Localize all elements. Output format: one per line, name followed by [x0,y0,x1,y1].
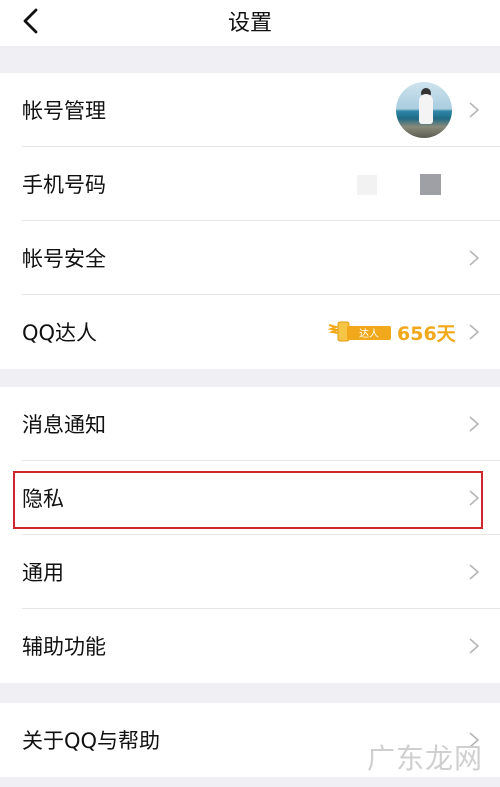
settings-item-label: QQ达人 [22,321,98,345]
settings-item-label: 消息通知 [22,413,106,437]
talent-days: 656天 [397,323,456,345]
settings-item-label: 辅助功能 [22,635,106,659]
settings-item-label: 帐号安全 [22,247,106,271]
navigation-bar: 设置 [0,0,500,46]
redacted-value [420,174,441,195]
privacy-highlight-box [13,471,483,529]
settings-item-label: 通用 [22,561,64,585]
settings-item-qq-talent[interactable]: QQ达人 达人 656天 [0,295,500,369]
chevron-right-icon [469,638,480,654]
account-settings-group: 帐号管理 手机号码 帐号安全 QQ达人 达人 656天 [0,73,500,369]
chevron-right-icon [469,324,480,340]
page-title: 设置 [227,11,272,36]
settings-item-general[interactable]: 通用 [0,535,500,609]
settings-item-label: 帐号管理 [22,99,106,123]
settings-item-label: 手机号码 [22,173,106,197]
settings-item-account-security[interactable]: 帐号安全 [0,221,500,295]
avatar [396,82,452,138]
settings-item-accessibility[interactable]: 辅助功能 [0,609,500,683]
chevron-right-icon [469,416,480,432]
chevron-right-icon [469,102,480,118]
qq-talent-badge-icon: 达人 [327,321,391,342]
watermark: 广东龙网 [367,742,484,775]
settings-item-notifications[interactable]: 消息通知 [0,387,500,461]
general-settings-group: 消息通知 隐私 通用 辅助功能 [0,387,500,683]
settings-item-phone-number[interactable]: 手机号码 [0,147,500,221]
settings-item-label: 关于QQ与帮助 [22,729,161,753]
settings-item-account-management[interactable]: 帐号管理 [0,73,500,147]
chevron-right-icon [469,564,480,580]
chevron-right-icon [469,250,480,266]
badge-text: 达人 [359,328,379,340]
redacted-value [357,175,377,195]
